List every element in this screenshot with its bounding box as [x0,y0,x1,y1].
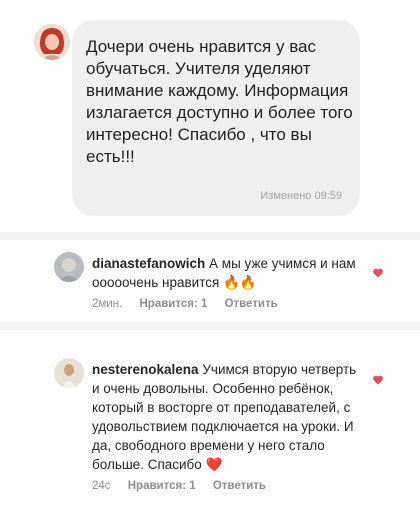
red-heart-emoji-icon: ❤️ [205,457,223,472]
reply-button[interactable]: Ответить [213,480,266,492]
section-divider [0,232,420,240]
commenter-avatar[interactable] [54,252,84,282]
sender-avatar[interactable] [34,24,70,60]
comment-text: Учимся вторую четверть и очень довольны.… [92,362,357,472]
reply-button[interactable]: Ответить [225,298,278,310]
like-heart-icon[interactable] [372,374,384,386]
comment-username[interactable]: nesterenokalena [92,362,199,377]
comment-item: dianastefanowich А мы уже учимся и нам о… [0,240,420,322]
edited-timestamp: Изменено 09:59 [260,190,342,202]
likes-count[interactable]: Нравится: 1 [139,298,207,310]
comment-meta: 24с Нравится: 1 Ответить [92,480,280,492]
message-bubble[interactable]: Дочери очень нравится у вас обучаться. У… [72,20,360,216]
comment-item: nesterenokalena Учимся вторую четверть и… [0,330,420,530]
like-heart-icon[interactable] [372,267,384,279]
comment-body: nesterenokalena Учимся вторую четверть и… [92,360,364,474]
commenter-avatar[interactable] [54,358,84,388]
comment-time: 2мин. [92,298,123,310]
chat-message-section: Дочери очень нравится у вас обучаться. У… [0,0,420,232]
comment-username[interactable]: dianastefanowich [92,256,205,271]
fire-emoji-icon: 🔥🔥 [223,275,257,290]
section-divider [0,322,420,330]
comment-body: dianastefanowich А мы уже учимся и нам о… [92,254,364,292]
comment-time: 24с [92,480,111,492]
comment-meta: 2мин. Нравится: 1 Ответить [92,298,292,310]
likes-count[interactable]: Нравится: 1 [128,480,196,492]
message-text: Дочери очень нравится у вас обучаться. У… [86,37,353,166]
